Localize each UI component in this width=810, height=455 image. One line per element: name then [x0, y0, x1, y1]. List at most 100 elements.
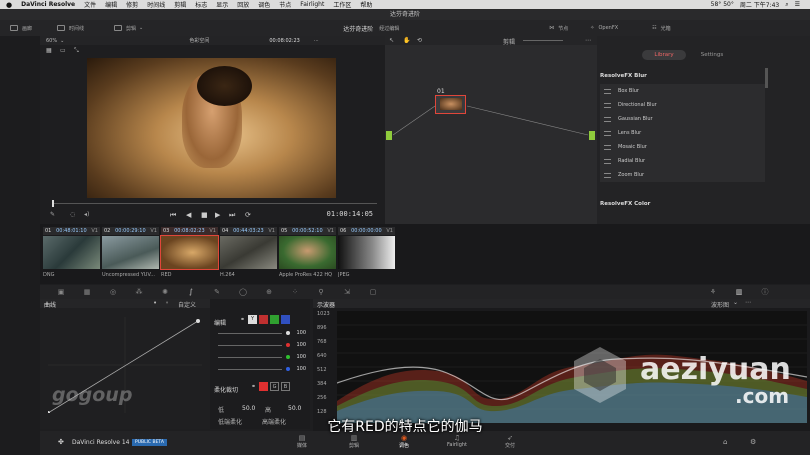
node-mode-icon[interactable]: ⚘: [708, 288, 718, 296]
menu-trim[interactable]: 修剪: [126, 0, 138, 9]
curves-mode-select[interactable]: 自定义: [178, 300, 196, 309]
intensity-green-row[interactable]: 100: [214, 352, 306, 362]
stop-icon[interactable]: ■: [201, 211, 208, 219]
clip-item[interactable]: 05 00:00:52:10 V1 Apple ProRes 422 HQ: [279, 227, 336, 278]
page-fairlight[interactable]: ♫ Fairlight: [442, 434, 472, 448]
node-editor[interactable]: ↖ ✋ ⟲ 剪辑 ⋯ 01: [385, 36, 597, 228]
menu-timeline[interactable]: 时间线: [147, 0, 165, 9]
grid-icon[interactable]: ▦: [46, 47, 52, 54]
softclip-g-button[interactable]: G: [270, 382, 279, 391]
info-icon[interactable]: ⓘ: [760, 288, 770, 296]
apple-icon[interactable]: ●: [6, 1, 12, 9]
loop-icon[interactable]: ◌: [70, 211, 75, 218]
link-icon[interactable]: ⚭: [251, 383, 256, 390]
gear-icon[interactable]: ⚙: [750, 438, 756, 446]
3d-icon[interactable]: ▢: [368, 288, 378, 296]
gallery-button[interactable]: 画廊: [10, 25, 32, 32]
menu-app-name[interactable]: DaVinci Resolve: [21, 1, 75, 8]
link-icon[interactable]: ⚭: [240, 316, 245, 323]
curve-point-black[interactable]: [48, 411, 50, 413]
page-deliver[interactable]: ➶ 交付: [498, 434, 522, 449]
menu-view[interactable]: 显示: [216, 0, 228, 9]
intensity-green-value[interactable]: 100: [290, 354, 306, 360]
intensity-y-value[interactable]: 100: [290, 330, 306, 336]
softclip-b-button[interactable]: B: [281, 382, 290, 391]
pen-icon[interactable]: ✎: [50, 211, 55, 218]
zoom-select[interactable]: 60%: [46, 38, 57, 44]
low-value[interactable]: 50.0: [242, 405, 255, 412]
sizing-icon[interactable]: ⇲: [342, 288, 352, 296]
channel-red-button[interactable]: [259, 315, 268, 324]
loop-play-icon[interactable]: ⟳: [245, 211, 251, 219]
clips-button[interactable]: 剪辑 ⌄: [114, 25, 143, 32]
skip-forward-icon[interactable]: ⏭: [229, 211, 235, 220]
menu-edit[interactable]: 编辑: [105, 0, 117, 9]
menu-color[interactable]: 调色: [258, 0, 270, 9]
play-icon[interactable]: ▶: [215, 211, 220, 219]
search-icon[interactable]: ⌕: [785, 1, 788, 9]
curves-icon[interactable]: ∫: [186, 288, 196, 296]
clip-item[interactable]: 01 00:48:01:10 V1 DNG: [43, 227, 100, 278]
menu-playback[interactable]: 回放: [237, 0, 249, 9]
intensity-blue-value[interactable]: 100: [290, 366, 306, 372]
fx-box-blur[interactable]: Box Blur: [600, 84, 765, 98]
openfx-button[interactable]: ✧ OpenFX: [590, 25, 618, 31]
fx-gaussian-blur[interactable]: Gaussian Blur: [600, 112, 765, 126]
speaker-icon[interactable]: ◂): [84, 211, 89, 218]
intensity-red-value[interactable]: 100: [290, 342, 306, 348]
page-color[interactable]: ◉ 调色: [392, 434, 416, 449]
scopes-icon[interactable]: ▥: [734, 288, 744, 296]
menu-help[interactable]: 帮助: [360, 0, 372, 9]
menu-file[interactable]: 文件: [84, 0, 96, 9]
clock[interactable]: 周二 下午7:43: [740, 0, 779, 9]
menu-workspace[interactable]: 工作区: [333, 0, 351, 9]
rgb-mixer-icon[interactable]: ⁂: [134, 288, 144, 296]
menu-fairlight[interactable]: Fairlight: [300, 1, 324, 8]
fx-zoom-blur[interactable]: Zoom Blur: [600, 168, 765, 182]
scope-mode-select[interactable]: 波形图: [711, 300, 729, 309]
key-icon[interactable]: ⚲: [316, 288, 326, 296]
menu-clip[interactable]: 剪辑: [174, 0, 186, 9]
clip-item[interactable]: 04 00:44:03:23 V1 H.264: [220, 227, 277, 278]
nodes-button[interactable]: ⋈ 节点: [549, 25, 568, 32]
page-media[interactable]: ▤ 媒体: [290, 434, 314, 449]
tab-settings[interactable]: Settings: [690, 50, 734, 60]
softclip-red-button[interactable]: [259, 382, 268, 391]
source-node[interactable]: [386, 131, 392, 140]
wipe-icon[interactable]: ⤡: [74, 47, 79, 55]
section-resolvefx-color[interactable]: ResolveFX Color: [600, 201, 650, 207]
color-wheels-icon[interactable]: ◎: [108, 288, 118, 296]
menu-nodes[interactable]: 节点: [279, 0, 291, 9]
high-value[interactable]: 50.0: [288, 405, 301, 412]
intensity-blue-row[interactable]: 100: [214, 364, 306, 374]
play-reverse-icon[interactable]: ◀: [186, 211, 191, 219]
timeline-button[interactable]: 时间线: [57, 25, 84, 32]
tab-library[interactable]: Library: [642, 50, 686, 60]
curve-point-white[interactable]: [196, 319, 200, 323]
fx-directional-blur[interactable]: Directional Blur: [600, 98, 765, 112]
menu-mark[interactable]: 标志: [195, 0, 207, 9]
fx-lens-blur[interactable]: Lens Blur: [600, 126, 765, 140]
window-icon[interactable]: ◯: [238, 288, 248, 296]
output-node[interactable]: [589, 131, 595, 140]
lightbox-button[interactable]: ☷ 光箱: [652, 25, 671, 32]
viewer-options-icon[interactable]: ⋯: [314, 38, 319, 44]
intensity-red-row[interactable]: 100: [214, 340, 306, 350]
page-edit[interactable]: ▥ 剪辑: [342, 434, 366, 449]
color-match-icon[interactable]: ▦: [82, 288, 92, 296]
clip-item[interactable]: 03 00:08:02:23 V1 RED: [160, 227, 219, 278]
clip-item[interactable]: 02 00:00:29:10 V1 Uncompressed YUV...: [102, 227, 159, 278]
tracker-icon[interactable]: ⊕: [264, 288, 274, 296]
intensity-y-row[interactable]: 100: [214, 328, 306, 338]
fx-mosaic-blur[interactable]: Mosaic Blur: [600, 140, 765, 154]
colorspace-label[interactable]: 色彩空间: [189, 37, 209, 44]
home-icon[interactable]: ⌂: [723, 438, 727, 446]
viewer-frame[interactable]: [87, 58, 336, 198]
playhead[interactable]: [52, 200, 54, 207]
clip-item[interactable]: 06 00:00:00:00 V1 JPEG: [338, 227, 395, 278]
menu-list-icon[interactable]: ☰: [795, 1, 800, 8]
channel-green-button[interactable]: [270, 315, 279, 324]
channel-y-button[interactable]: Y: [248, 315, 257, 324]
channel-blue-button[interactable]: [281, 315, 290, 324]
library-scrollbar[interactable]: [765, 68, 768, 88]
